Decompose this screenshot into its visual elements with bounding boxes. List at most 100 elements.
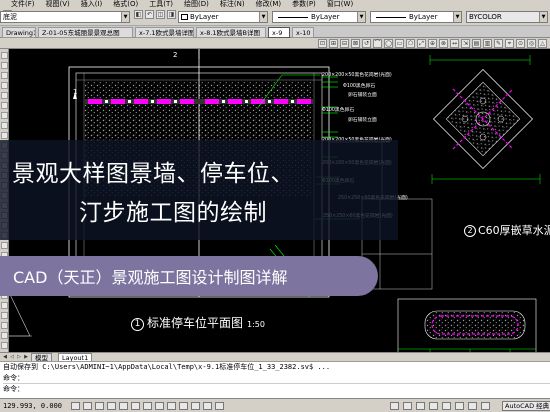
linetype-dropdown[interactable]: ByLayer ▼ bbox=[272, 11, 366, 23]
status-toggle-0-icon[interactable] bbox=[71, 402, 80, 410]
status-tray-7-icon[interactable] bbox=[481, 402, 490, 410]
tool-14-icon[interactable]: ▤ bbox=[472, 39, 481, 48]
layer-previous-icon[interactable]: ↶ bbox=[145, 10, 154, 19]
layer-dropdown[interactable]: 底泥 ▼ bbox=[0, 11, 130, 23]
left-tool-4-icon[interactable] bbox=[1, 92, 8, 99]
annotation-4: Φ100黑色卵石 bbox=[322, 106, 354, 113]
tool-16-icon[interactable]: ✎ bbox=[494, 39, 503, 48]
menu-item-2[interactable]: 插入(I) bbox=[81, 0, 103, 9]
status-toggle-6-icon[interactable] bbox=[143, 402, 152, 410]
tool-2-icon[interactable]: ⊟ bbox=[340, 39, 349, 48]
workspace-switch[interactable]: AutoCAD 经典 bbox=[502, 401, 550, 411]
detail-label: C60厚嵌草水泥 bbox=[478, 224, 550, 237]
tool-1-icon[interactable]: ⊞ bbox=[329, 39, 338, 48]
status-toggle-1-icon[interactable] bbox=[83, 402, 92, 410]
tool-0-icon[interactable]: ⊡ bbox=[318, 39, 327, 48]
status-tray-1-icon[interactable] bbox=[403, 402, 412, 410]
doc-tab-3[interactable]: x-8.1欧式景墙B详图 bbox=[196, 27, 266, 38]
doc-tab-0[interactable]: Drawing1 bbox=[2, 27, 36, 38]
tool-13-icon[interactable]: ⇲ bbox=[461, 39, 470, 48]
lineweight-dropdown[interactable]: ByLayer ▼ bbox=[370, 11, 462, 23]
status-toggle-3-icon[interactable] bbox=[107, 402, 116, 410]
prev-tab-icon[interactable]: ◁ bbox=[9, 354, 15, 361]
command-input[interactable]: 命令： bbox=[3, 384, 550, 395]
left-tool-29-icon[interactable] bbox=[1, 342, 8, 349]
left-tool-8-icon[interactable] bbox=[1, 132, 8, 139]
plan-title: 1 标准停车位平面图 1:50 bbox=[131, 314, 265, 331]
status-toggle-9-icon[interactable] bbox=[179, 402, 188, 410]
tool-7-icon[interactable]: ▭ bbox=[395, 39, 404, 48]
left-tool-6-icon[interactable] bbox=[1, 112, 8, 119]
make-current-layer-icon[interactable]: ◧ bbox=[134, 10, 143, 19]
tool-6-icon[interactable]: ◯ bbox=[384, 39, 393, 48]
tool-11-icon[interactable]: ⊗ bbox=[439, 39, 448, 48]
menu-item-3[interactable]: 格式(O) bbox=[113, 0, 138, 9]
annotation-3: 卵石铺装立面 bbox=[348, 91, 377, 98]
menu-item-0[interactable]: 文件(F) bbox=[11, 0, 35, 9]
status-toggle-10-icon[interactable] bbox=[191, 402, 200, 410]
status-toggle-5-icon[interactable] bbox=[131, 402, 140, 410]
tool-5-icon[interactable]: ⌒ bbox=[373, 39, 382, 48]
doc-tab-4[interactable]: x-9 bbox=[268, 27, 290, 38]
layout-tab-bar: ◀ ◁ ▷ ▶ 模型 Layout1 bbox=[0, 352, 550, 362]
tool-9-icon[interactable]: ⤢ bbox=[417, 39, 426, 48]
document-tab-bar: Drawing1 Z-01-05东城丽景景观总图 x-7.1欧式景墙详图 x-8.1欧… bbox=[0, 26, 550, 38]
doc-tab-5[interactable]: x-10 bbox=[292, 27, 314, 38]
left-tool-19-icon[interactable] bbox=[1, 242, 8, 249]
status-tray-5-icon[interactable] bbox=[455, 402, 464, 410]
status-toggle-4-icon[interactable] bbox=[119, 402, 128, 410]
left-tool-7-icon[interactable] bbox=[1, 122, 8, 129]
tool-10-icon[interactable]: ⊕ bbox=[428, 39, 437, 48]
status-toggle-2-icon[interactable] bbox=[95, 402, 104, 410]
left-tool-0-icon[interactable] bbox=[1, 52, 8, 59]
layer-unisolate-icon[interactable]: ◨ bbox=[167, 10, 176, 19]
tool-15-icon[interactable]: ▥ bbox=[483, 39, 492, 48]
status-toggle-7-icon[interactable] bbox=[155, 402, 164, 410]
tool-19-icon[interactable]: ◎ bbox=[527, 39, 536, 48]
tool-3-icon[interactable]: ⊠ bbox=[351, 39, 360, 48]
status-tray-4-icon[interactable] bbox=[442, 402, 451, 410]
menu-item-6[interactable]: 标注(N) bbox=[220, 0, 245, 9]
left-tool-26-icon[interactable] bbox=[1, 312, 8, 319]
left-tool-5-icon[interactable] bbox=[1, 102, 8, 109]
banner-subtitle: CAD（天正）景观施工图设计制图详解 bbox=[13, 268, 288, 287]
left-tool-3-icon[interactable] bbox=[1, 82, 8, 89]
menu-item-4[interactable]: 工具(T) bbox=[149, 0, 173, 9]
menu-item-8[interactable]: 参数(P) bbox=[292, 0, 316, 9]
first-tab-icon[interactable]: ◀ bbox=[2, 354, 8, 361]
banner-title-line1: 景观大样图景墙、停车位、 bbox=[12, 161, 294, 187]
menu-item-7[interactable]: 修改(M) bbox=[256, 0, 282, 9]
layer-iso-icon[interactable]: ◫ bbox=[156, 10, 165, 19]
last-tab-icon[interactable]: ▶ bbox=[23, 354, 29, 361]
color-dropdown[interactable]: ByLayer ▼ bbox=[178, 11, 268, 23]
left-tool-27-icon[interactable] bbox=[1, 322, 8, 329]
status-tray-2-icon[interactable] bbox=[416, 402, 425, 410]
tool-20-icon[interactable]: △ bbox=[538, 39, 547, 48]
left-tool-25-icon[interactable] bbox=[1, 302, 8, 309]
status-toggle-12-icon[interactable] bbox=[215, 402, 224, 410]
command-history-line: 自动保存到 C:\Users\ADMINI~1\AppData\Local\Te… bbox=[3, 363, 331, 371]
properties-toolbar: ≡ 底泥 ▼ ◧ ↶ ◫ ◨ ByLayer ▼ ByLayer ▼ ByLay… bbox=[0, 9, 550, 26]
status-toggle-11-icon[interactable] bbox=[203, 402, 212, 410]
status-tray-6-icon[interactable] bbox=[468, 402, 477, 410]
annotation-1: 200×200×50黑色花岗岩(光面) bbox=[322, 71, 392, 78]
tool-4-icon[interactable]: ↺ bbox=[362, 39, 371, 48]
tool-8-icon[interactable]: ⬠ bbox=[406, 39, 415, 48]
left-tool-28-icon[interactable] bbox=[1, 332, 8, 339]
tool-17-icon[interactable]: ⌖ bbox=[505, 39, 514, 48]
left-tool-1-icon[interactable] bbox=[1, 62, 8, 69]
menu-item-9[interactable]: 窗口(W) bbox=[327, 0, 353, 9]
status-tray-3-icon[interactable] bbox=[429, 402, 438, 410]
plotstyle-dropdown[interactable]: BYCOLOR ▼ bbox=[466, 11, 548, 23]
menu-item-5[interactable]: 绘图(D) bbox=[184, 0, 209, 9]
command-window[interactable]: 自动保存到 C:\Users\ADMINI~1\AppData\Local\Te… bbox=[0, 361, 550, 398]
tool-12-icon[interactable]: ↔ bbox=[450, 39, 459, 48]
status-tray-0-icon[interactable] bbox=[390, 402, 399, 410]
next-tab-icon[interactable]: ▷ bbox=[16, 354, 22, 361]
left-tool-2-icon[interactable] bbox=[1, 72, 8, 79]
status-toggle-8-icon[interactable] bbox=[167, 402, 176, 410]
doc-tab-2[interactable]: x-7.1欧式景墙详图 bbox=[135, 27, 194, 38]
doc-tab-1[interactable]: Z-01-05东城丽景景观总图 bbox=[38, 27, 133, 38]
menu-item-1[interactable]: 视图(V) bbox=[46, 0, 70, 9]
tool-18-icon[interactable]: ⊙ bbox=[516, 39, 525, 48]
